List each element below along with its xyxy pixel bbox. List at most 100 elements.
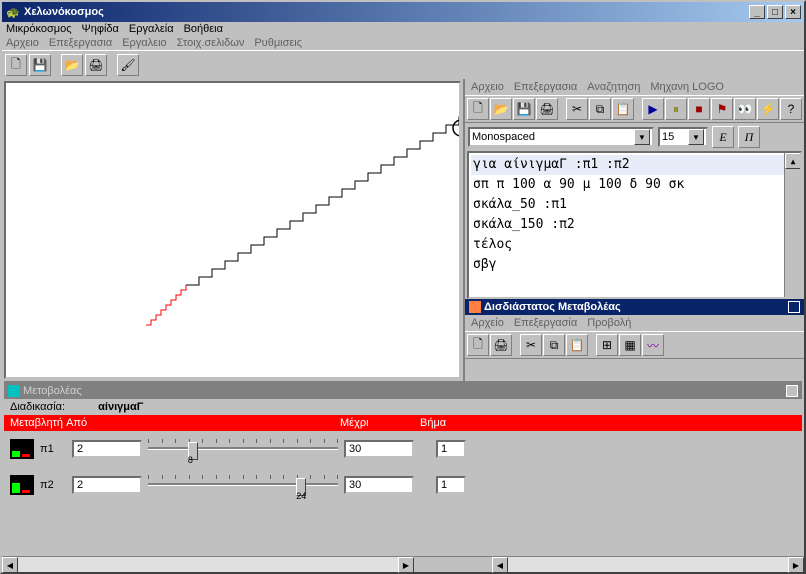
from-input[interactable]: 2 (72, 476, 142, 494)
slider[interactable]: 8 (148, 437, 338, 461)
font-name-value: Monospaced (472, 131, 535, 143)
stop-button[interactable]: ■ (688, 98, 710, 120)
right-pane: Αρχειο Επεξεργασια Αναζητηση Μηχανη LOGO… (463, 79, 804, 381)
titlebar: 🐢 Χελωνόκοσμος _ □ × (2, 2, 804, 22)
menu-help[interactable]: Βοήθεια (184, 23, 223, 35)
header-var: Μεταβλητή (10, 417, 63, 429)
two-d-canvas[interactable] (466, 360, 803, 380)
scroll-right-icon[interactable]: ▶ (788, 557, 804, 573)
rmenu-logo[interactable]: Μηχανη LOGO (650, 81, 724, 93)
indicator-icon (10, 439, 34, 459)
menu-microcosm[interactable]: Μικρόκοσμος (6, 23, 72, 35)
slider-value: 24 (296, 491, 306, 501)
main-window: 🐢 Χελωνόκοσμος _ □ × Μικρόκοσμος Ψηφίδα … (0, 0, 806, 574)
ed-paste-button[interactable]: 📋 (612, 98, 634, 120)
step-input[interactable]: 1 (436, 440, 466, 458)
ed-copy-button[interactable]: ⧉ (589, 98, 611, 120)
scroll-left-icon[interactable]: ◀ (2, 557, 18, 573)
turtle-canvas[interactable] (4, 81, 461, 379)
ed-open-button[interactable]: 📂 (490, 98, 512, 120)
close-button[interactable]: × (785, 5, 801, 19)
rmenu-edit[interactable]: Επεξεργασια (514, 81, 577, 93)
two-d-icon (469, 301, 481, 313)
chevron-down-icon[interactable]: ▼ (634, 129, 650, 145)
to-input[interactable]: 30 (344, 440, 414, 458)
submenu-pageitems[interactable]: Στοιχ.σελιδων (177, 37, 245, 49)
header-step: Βήμα (420, 417, 446, 429)
metavoleas-box-icon[interactable] (786, 385, 798, 397)
italic-button[interactable]: Π (738, 126, 760, 148)
variable-row: π1 2 8 30 1 (4, 431, 802, 467)
font-name-dropdown[interactable]: Monospaced ▼ (468, 127, 654, 147)
ed-save-button[interactable]: 💾 (513, 98, 535, 120)
chevron-down-icon[interactable]: ▼ (688, 129, 704, 145)
metavoleas-icon (8, 385, 20, 397)
tdmenu-file[interactable]: Αρχείο (471, 317, 504, 329)
paint-button[interactable]: 🖌 (117, 54, 139, 76)
ed-new-button[interactable]: 🗋 (467, 98, 489, 120)
scroll-right-icon[interactable]: ▶ (398, 557, 414, 573)
step-input[interactable]: 1 (436, 476, 466, 494)
app-icon: 🐢 (5, 4, 21, 20)
td-grid2-button[interactable]: ▦ (619, 334, 641, 356)
td-new-button[interactable]: 🗋 (467, 334, 489, 356)
tdmenu-view[interactable]: Προβολή (587, 317, 631, 329)
save-button[interactable]: 💾 (29, 54, 51, 76)
play-button[interactable]: ▶ (642, 98, 664, 120)
flag-button[interactable]: ⚑ (711, 98, 733, 120)
scroll-track[interactable] (18, 557, 398, 572)
scroll-left-icon[interactable]: ◀ (492, 557, 508, 573)
editor-scrollbar[interactable]: ▲ (784, 153, 800, 297)
turtle-drawing (6, 83, 461, 363)
two-d-titlebar: Δισδιάστατος Μεταβολέας (465, 299, 804, 315)
upper-panes: Αρχειο Επεξεργασια Αναζητηση Μηχανη LOGO… (2, 79, 804, 381)
td-cut-button[interactable]: ✂ (520, 334, 542, 356)
submenu-file[interactable]: Αρχειο (6, 37, 39, 49)
rmenu-search[interactable]: Αναζητηση (587, 81, 640, 93)
menu-tools[interactable]: Εργαλεία (129, 23, 174, 35)
ed-cut-button[interactable]: ✂ (566, 98, 588, 120)
find-button[interactable]: 👀 (734, 98, 756, 120)
from-input[interactable]: 2 (72, 440, 142, 458)
open-button[interactable]: 📂 (61, 54, 83, 76)
code-line: για αίνιγμαΓ :π1 :π2 (471, 155, 798, 175)
procedure-name: αίνιγμαΓ (98, 401, 143, 413)
font-size-dropdown[interactable]: 15 ▼ (658, 127, 708, 147)
two-d-toolbar: 🗋 🖨 ✂ ⧉ 📋 ⊞ ▦ 〰 (465, 331, 804, 359)
menu-chip[interactable]: Ψηφίδα (82, 23, 119, 35)
main-toolbar: 🗋 💾 📂 🖨 🖌 (2, 50, 804, 79)
print-button[interactable]: 🖨 (85, 54, 107, 76)
emphasis-button[interactable]: E (712, 126, 734, 148)
maximize-button[interactable]: □ (767, 5, 783, 19)
code-editor[interactable]: για αίνιγμαΓ :π1 :π2 σπ π 100 α 90 μ 100… (467, 151, 802, 299)
code-line: σπ π 100 α 90 μ 100 δ 90 σκ (471, 175, 798, 195)
variable-row: π2 2 24 30 1 (4, 467, 802, 503)
td-paste-button[interactable]: 📋 (566, 334, 588, 356)
ed-print-button[interactable]: 🖨 (536, 98, 558, 120)
scroll-up-icon[interactable]: ▲ (785, 153, 801, 169)
code-line: σβγ (471, 255, 798, 275)
rmenu-file[interactable]: Αρχειο (471, 81, 504, 93)
menubar: Μικρόκοσμος Ψηφίδα Εργαλεία Βοήθεια (2, 22, 804, 36)
metavoleas-titlebar: Μετοβολέας (4, 383, 802, 399)
tdmenu-edit[interactable]: Επεξεργασία (514, 317, 577, 329)
submenu-tool[interactable]: Εργαλειο (122, 37, 166, 49)
submenu-edit[interactable]: Επεξεργασια (49, 37, 112, 49)
lightning-button[interactable]: ⚡ (757, 98, 779, 120)
slider[interactable]: 24 (148, 473, 338, 497)
submenu-settings[interactable]: Ρυθμισεις (254, 37, 302, 49)
two-d-box-icon[interactable] (788, 301, 800, 313)
td-wave-button[interactable]: 〰 (642, 334, 664, 356)
td-copy-button[interactable]: ⧉ (543, 334, 565, 356)
horizontal-scrollbar[interactable]: ◀ ▶ ◀ ▶ (2, 556, 804, 572)
scroll-track[interactable] (508, 557, 788, 572)
td-grid1-button[interactable]: ⊞ (596, 334, 618, 356)
help-button[interactable]: ? (780, 98, 802, 120)
td-print-button[interactable]: 🖨 (490, 334, 512, 356)
pause-button[interactable]: ⏸ (665, 98, 687, 120)
to-input[interactable]: 30 (344, 476, 414, 494)
code-line: σκάλα_50 :π1 (471, 195, 798, 215)
font-size-value: 15 (662, 131, 674, 143)
minimize-button[interactable]: _ (749, 5, 765, 19)
new-button[interactable]: 🗋 (5, 54, 27, 76)
